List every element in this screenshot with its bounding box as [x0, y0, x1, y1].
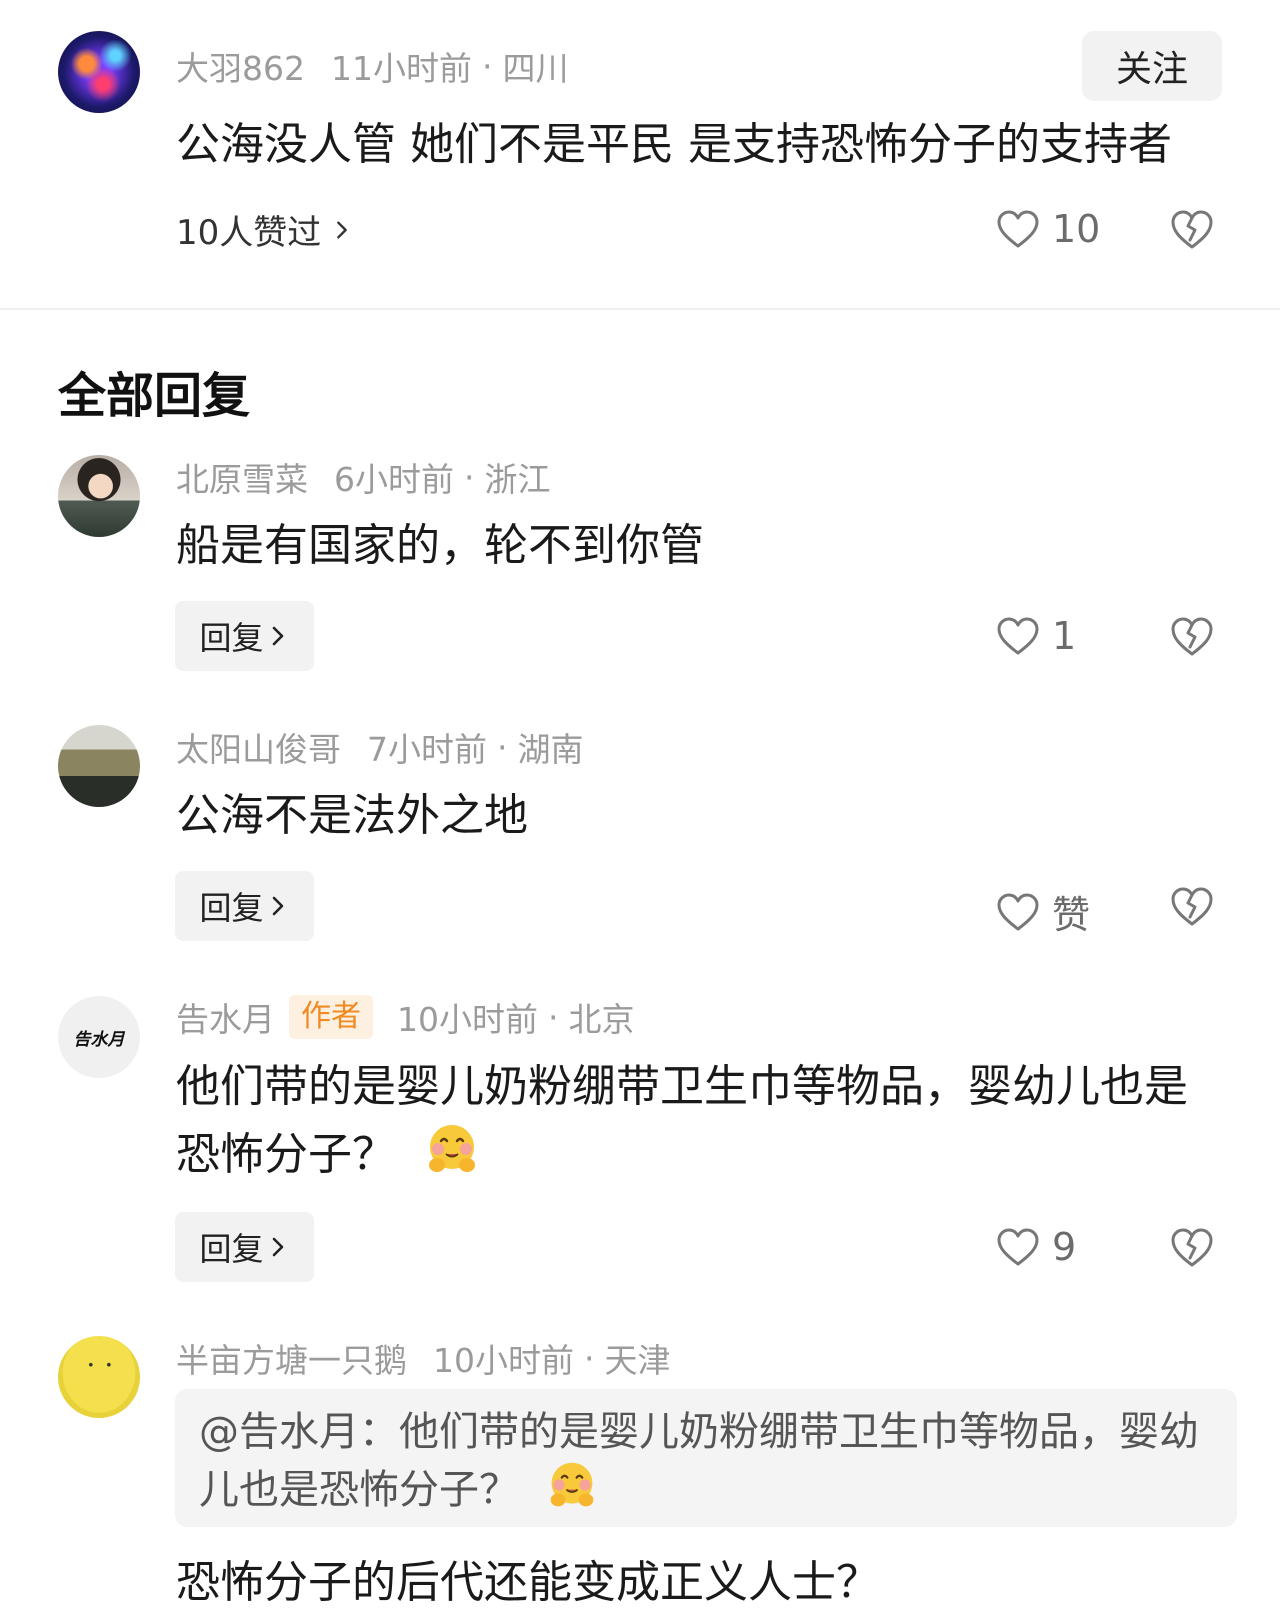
chevron-right-icon: [337, 220, 348, 239]
separator-dot: ·: [584, 1338, 595, 1378]
like-count: 10: [1052, 207, 1101, 251]
timestamp: 6小时前: [334, 460, 454, 499]
avatar[interactable]: 告水月: [58, 996, 140, 1078]
reply-button[interactable]: 回复: [175, 871, 314, 941]
like-count: 9: [1052, 1225, 1077, 1269]
chevron-right-icon: [272, 626, 283, 646]
comment-text: 恐怖分子的后代还能变成正义人士？: [176, 1557, 880, 1608]
separator-dot: ·: [548, 997, 559, 1037]
username[interactable]: 半亩方塘一只鹅: [176, 1334, 407, 1382]
divider: [0, 308, 1280, 310]
comment-meta: 半亩方塘一只鹅 10小时前 · 天津: [176, 1334, 671, 1382]
location: 浙江: [484, 460, 551, 499]
heart-outline-icon: [997, 1228, 1039, 1266]
location: 北京: [568, 1000, 635, 1039]
hugging-face-emoji-icon: [550, 1462, 594, 1507]
timestamp: 11小时前: [331, 49, 472, 88]
avatar[interactable]: [58, 725, 140, 807]
liked-by-link[interactable]: 10人赞过: [176, 205, 353, 254]
username[interactable]: 告水月: [176, 993, 275, 1041]
comment-meta: 太阳山俊哥 7小时前 · 湖南: [176, 723, 584, 771]
comment-text: 公海没人管 她们不是平民 是支持恐怖分子的支持者: [176, 119, 1172, 170]
heart-outline-icon: [997, 617, 1039, 655]
location: 湖南: [517, 730, 584, 769]
location: 四川: [502, 49, 569, 88]
username[interactable]: 北原雪菜: [176, 453, 308, 501]
comment-text: 船是有国家的，轮不到你管: [176, 520, 704, 571]
heart-outline-icon: [997, 893, 1039, 930]
comment-meta: 告水月 作者 10小时前 · 北京: [176, 995, 635, 1039]
comment-meta: 北原雪菜 6小时前 · 浙江: [176, 453, 551, 501]
separator-dot: ·: [464, 457, 475, 497]
separator-dot: ·: [497, 727, 508, 767]
reply-label: 回复: [199, 619, 264, 657]
separator-dot: ·: [482, 46, 493, 86]
reply-button[interactable]: 回复: [175, 1212, 314, 1282]
timestamp: 10小时前: [433, 1341, 574, 1380]
like-count: 1: [1052, 614, 1077, 658]
like-button[interactable]: 10: [996, 207, 1100, 251]
timestamp: 7小时前: [367, 730, 487, 769]
broken-heart-icon[interactable]: [1170, 1226, 1214, 1268]
comment-meta: 大羽862 11小时前 · 四川: [176, 42, 569, 90]
username[interactable]: 大羽862: [176, 42, 305, 90]
broken-heart-icon[interactable]: [1170, 885, 1214, 927]
section-title: 全部回复: [58, 368, 251, 424]
follow-button[interactable]: 关注: [1082, 31, 1222, 101]
comment-text: 公海不是法外之地: [176, 790, 528, 841]
reply-label: 回复: [199, 1230, 264, 1268]
broken-heart-icon[interactable]: [1170, 208, 1214, 250]
chevron-right-icon: [272, 1237, 283, 1257]
like-count: 赞: [1052, 893, 1091, 937]
quoted-comment[interactable]: @告水月：他们带的是婴儿奶粉绷带卫生巾等物品，婴幼儿也是恐怖分子？: [175, 1389, 1237, 1527]
quoted-text-body: @告水月：他们带的是婴儿奶粉绷带卫生巾等物品，婴幼儿也是恐怖分子？: [199, 1409, 1199, 1513]
avatar[interactable]: [58, 455, 140, 537]
heart-outline-icon: [997, 210, 1039, 248]
username[interactable]: 太阳山俊哥: [176, 723, 341, 771]
like-button[interactable]: 1: [996, 614, 1076, 658]
chevron-right-icon: [272, 896, 283, 916]
reply-label: 回复: [199, 889, 264, 927]
avatar-text: 告水月: [73, 1029, 125, 1050]
like-button[interactable]: 9: [996, 1225, 1076, 1269]
comment-text: 他们带的是婴儿奶粉绷带卫生巾等物品，婴幼儿也是恐怖分子？: [176, 1053, 1226, 1189]
liked-by-label: 10人赞过: [176, 213, 322, 253]
avatar[interactable]: [58, 31, 140, 113]
hugging-face-emoji-icon: [429, 1125, 475, 1172]
location: 天津: [604, 1341, 671, 1380]
avatar[interactable]: [58, 1336, 140, 1418]
reply-button[interactable]: 回复: [175, 601, 314, 671]
author-badge: 作者: [289, 995, 373, 1039]
like-button[interactable]: 赞: [996, 884, 1090, 939]
timestamp: 10小时前: [397, 1000, 538, 1039]
broken-heart-icon[interactable]: [1170, 615, 1214, 657]
quoted-text: @告水月：他们带的是婴儿奶粉绷带卫生巾等物品，婴幼儿也是恐怖分子？: [199, 1405, 1209, 1517]
comment-text-body: 他们带的是婴儿奶粉绷带卫生巾等物品，婴幼儿也是恐怖分子？: [176, 1061, 1188, 1180]
